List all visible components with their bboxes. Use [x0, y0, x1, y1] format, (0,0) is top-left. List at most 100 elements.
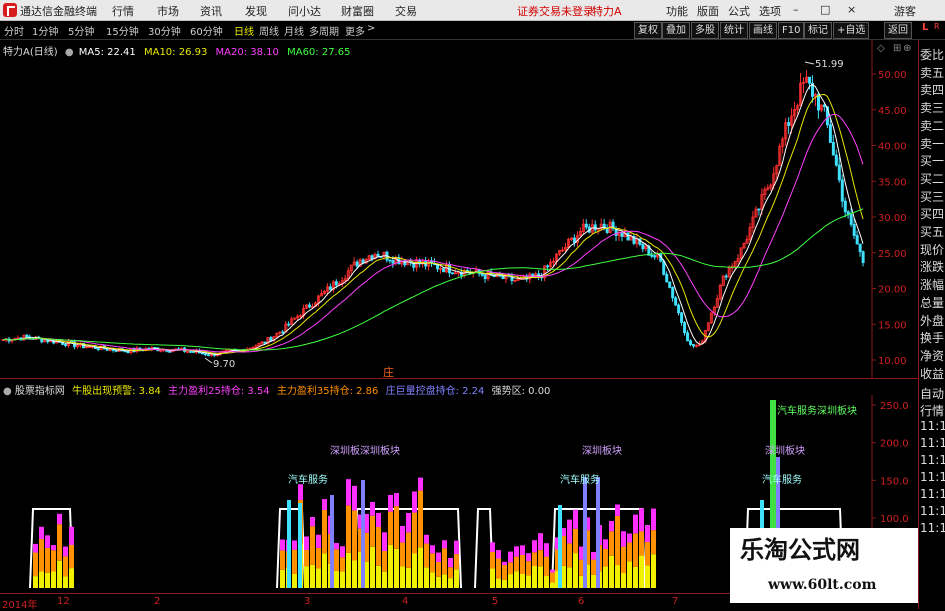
panel-lower-item-7[interactable]: 11:1: [920, 504, 945, 518]
panel-lower-item-5[interactable]: 11:1: [920, 470, 945, 484]
panel-item-14[interactable]: 总量: [920, 294, 944, 311]
menu-item-function[interactable]: 功能: [666, 3, 688, 19]
panel-item-10[interactable]: 买五: [920, 223, 944, 240]
panel-item-1[interactable]: 卖五: [920, 64, 944, 81]
indicator-bar: [627, 533, 632, 543]
restore-icon[interactable]: □: [820, 3, 830, 16]
panel-item-11[interactable]: 现价: [920, 241, 944, 258]
panel-item-6[interactable]: 买一: [920, 152, 944, 169]
period-5min[interactable]: 5分钟: [68, 23, 94, 38]
indicator-bar: [621, 546, 626, 574]
panel-tag-l[interactable]: L: [922, 22, 928, 33]
panel-divider: [0, 378, 918, 379]
period-toolbar: 分时 1分钟 5分钟 15分钟 30分钟 60分钟 日线 周线 月线 多周期 更…: [0, 21, 945, 40]
indicator-bar: [39, 539, 44, 572]
panel-item-8[interactable]: 买三: [920, 188, 944, 205]
close-icon[interactable]: ×: [847, 3, 856, 16]
minimize-icon[interactable]: –: [793, 3, 799, 16]
candle-body: [328, 286, 332, 291]
period-30min[interactable]: 30分钟: [148, 23, 181, 38]
candle-body: [650, 254, 654, 257]
panel-lower-item-0[interactable]: 自动: [920, 385, 944, 402]
btn-multi-stock[interactable]: 多股: [691, 22, 719, 39]
indicator-bar: [418, 547, 423, 588]
indicator-bar: [370, 546, 375, 588]
candle-body: [689, 340, 693, 345]
candle-body: [480, 273, 484, 276]
panel-item-7[interactable]: 买二: [920, 170, 944, 187]
indicator-bar: [573, 528, 578, 554]
panel-item-16[interactable]: 换手: [920, 329, 944, 346]
indicator-bar: [639, 555, 644, 588]
period-1min[interactable]: 1分钟: [32, 23, 58, 38]
period-daily[interactable]: 日线: [234, 23, 254, 38]
panel-lower-item-3[interactable]: 11:1: [920, 436, 945, 450]
candle-body: [692, 344, 696, 347]
panel-item-9[interactable]: 买四: [920, 205, 944, 222]
candle-body: [677, 304, 681, 314]
price-tick-label: 35.00: [878, 177, 907, 188]
btn-stats[interactable]: 统计: [720, 22, 748, 39]
indicator-bar: [502, 561, 507, 566]
panel-item-4[interactable]: 卖二: [920, 117, 944, 134]
period-60min[interactable]: 60分钟: [190, 23, 223, 38]
btn-mark[interactable]: 标记: [804, 22, 832, 39]
candle-body: [572, 237, 576, 243]
panel-item-18[interactable]: 收益: [920, 365, 944, 382]
period-more[interactable]: 更多: [345, 23, 365, 38]
panel-item-13[interactable]: 涨幅: [920, 276, 944, 293]
panel-lower-item-4[interactable]: 11:1: [920, 453, 945, 467]
panel-item-5[interactable]: 卖一: [920, 135, 944, 152]
panel-lower-item-2[interactable]: 11:1: [920, 419, 945, 433]
indicator-bar: [424, 543, 429, 568]
period-timeshare[interactable]: 分时: [4, 23, 24, 38]
indicator-bar: [304, 536, 309, 550]
indicator-bar: [645, 565, 650, 588]
panel-item-2[interactable]: 卖四: [920, 81, 944, 98]
candle-body: [674, 297, 678, 306]
candle-body: [831, 142, 835, 156]
panel-item-12[interactable]: 涨跌: [920, 258, 944, 275]
panel-item-15[interactable]: 外盘: [920, 312, 944, 329]
btn-draw[interactable]: 画线: [749, 22, 777, 39]
menu-item-layout[interactable]: 版面: [697, 3, 719, 19]
chevron-right-icon[interactable]: >: [367, 23, 375, 34]
login-status[interactable]: 证券交易未登录: [517, 3, 594, 19]
panel-tag-r[interactable]: R: [934, 22, 940, 31]
menu-item-discover[interactable]: 发现: [245, 3, 267, 19]
menu-item-news[interactable]: 资讯: [200, 3, 222, 19]
indicator-bar: [609, 520, 614, 532]
period-weekly[interactable]: 周线: [259, 23, 279, 38]
indicator-bar: [633, 514, 638, 534]
btn-back[interactable]: 返回: [884, 22, 912, 39]
menu-item-options[interactable]: 选项: [759, 3, 781, 19]
panel-lower-item-8[interactable]: 11:1: [920, 521, 945, 535]
period-multi[interactable]: 多周期: [309, 23, 339, 38]
menu-item-wealth[interactable]: 财富圈: [341, 3, 374, 19]
period-monthly[interactable]: 月线: [284, 23, 304, 38]
menu-item-formula[interactable]: 公式: [728, 3, 750, 19]
indicator-bar: [573, 553, 578, 588]
btn-overlay[interactable]: 叠加: [662, 22, 690, 39]
panel-item-3[interactable]: 卖三: [920, 99, 944, 116]
panel-item-17[interactable]: 净资: [920, 347, 944, 364]
panel-lower-item-1[interactable]: 行情: [920, 402, 944, 419]
btn-f10[interactable]: F10: [778, 22, 805, 39]
indicator-bar: [394, 492, 399, 507]
menu-item-trade[interactable]: 交易: [395, 3, 417, 19]
indicator-bar: [621, 531, 626, 547]
menu-item-market[interactable]: 行情: [112, 3, 134, 19]
candle-body: [281, 331, 285, 334]
menu-item-exchange[interactable]: 市场: [157, 3, 179, 19]
x-label-2: 2: [154, 596, 161, 607]
period-15min[interactable]: 15分钟: [106, 23, 139, 38]
btn-add-watchlist[interactable]: +自选: [833, 22, 870, 39]
panel-lower-item-6[interactable]: 11:1: [920, 487, 945, 501]
watermark-url: www.60lt.com: [768, 577, 877, 593]
menu-item-ask[interactable]: 问小达: [288, 3, 321, 19]
guest-label[interactable]: 游客: [894, 3, 916, 19]
btn-adjust[interactable]: 复权: [634, 22, 662, 39]
indicator-bar: [508, 574, 513, 588]
panel-item-0[interactable]: 委比: [920, 46, 944, 63]
candlestick-chart[interactable]: 50.00 45.00 40.00 35.00 30.00 25.00 20.00 15.00…: [0, 40, 918, 378]
